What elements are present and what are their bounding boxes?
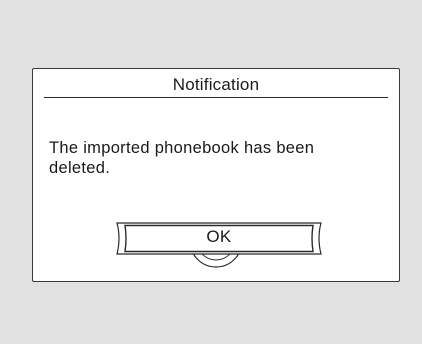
ok-button-label: OK [206,227,232,246]
notification-dialog: Notification The imported phonebook has … [32,68,400,282]
dialog-title: Notification [172,75,260,94]
ok-button[interactable]: OK [113,222,325,255]
screen: { "dialog": { "title": "Notification", "… [0,0,422,344]
dialog-message: The imported phonebook has been deleted. [49,139,315,177]
title-divider [44,97,388,98]
